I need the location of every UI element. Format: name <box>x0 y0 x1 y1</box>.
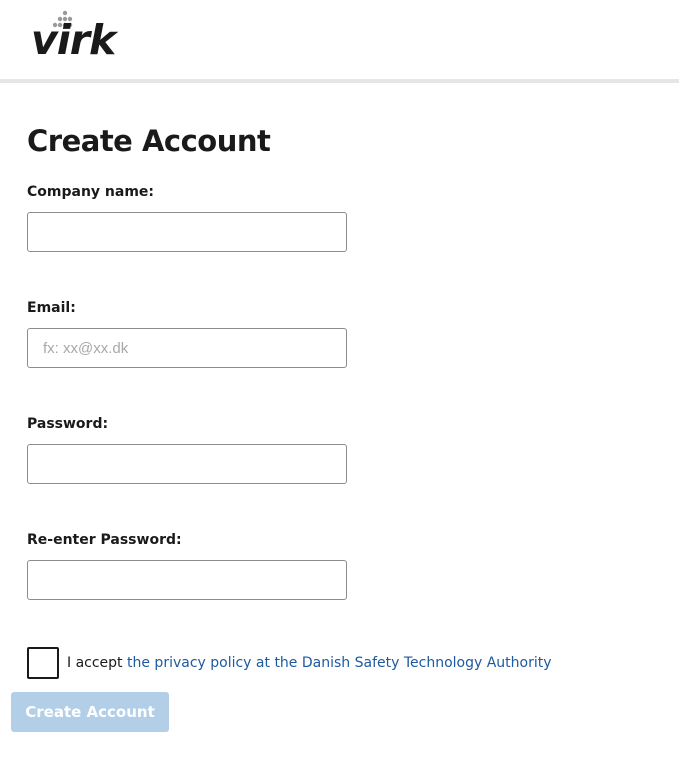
reenter-password-input[interactable] <box>27 560 347 600</box>
accept-privacy-text: I accept the privacy policy at the Danis… <box>67 655 552 671</box>
site-header: virk <box>0 0 679 80</box>
logo-text: virk <box>31 16 116 64</box>
email-label: Email: <box>27 300 76 316</box>
password-label: Password: <box>27 416 109 432</box>
create-account-button[interactable]: Create Account <box>11 692 169 732</box>
accept-privacy-checkbox[interactable] <box>27 647 59 679</box>
accept-prefix: I accept <box>67 655 127 671</box>
reenter-password-label: Re-enter Password: <box>27 532 182 548</box>
company-name-input[interactable] <box>27 212 347 252</box>
email-input[interactable] <box>27 328 347 368</box>
page-title: Create Account <box>27 124 271 158</box>
privacy-policy-link[interactable]: the privacy policy at the Danish Safety … <box>127 655 552 671</box>
company-name-label: Company name: <box>27 184 155 200</box>
header-divider <box>0 79 679 83</box>
password-input[interactable] <box>27 444 347 484</box>
virk-logo[interactable]: virk <box>30 10 120 66</box>
